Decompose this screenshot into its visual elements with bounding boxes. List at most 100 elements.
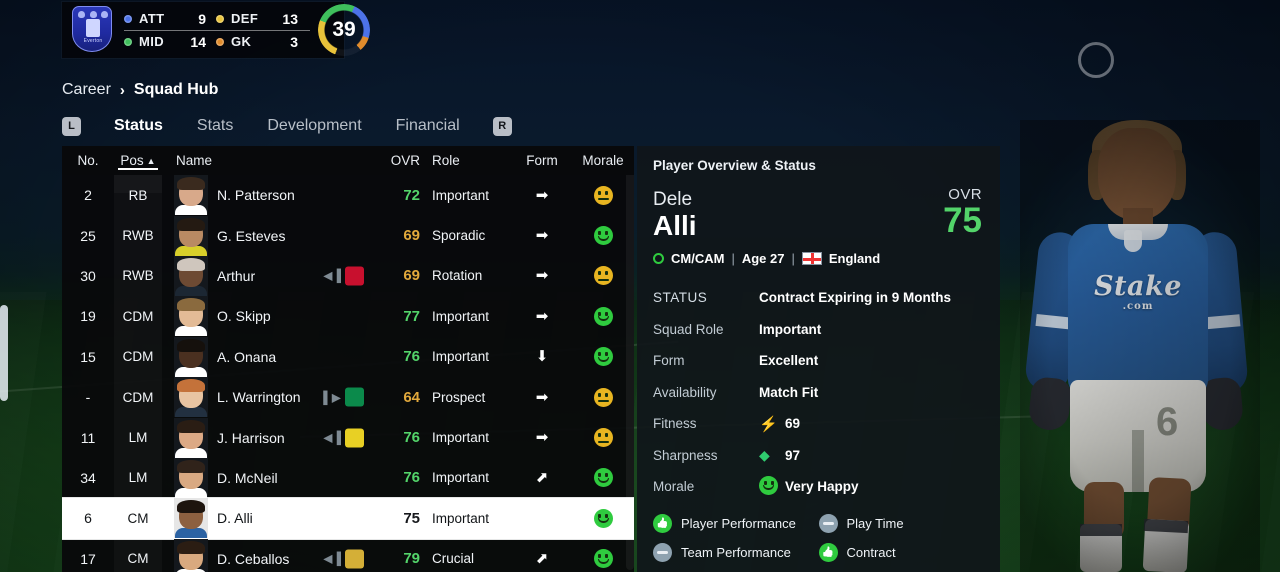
squad-list-scrollbar-thumb[interactable] xyxy=(0,305,8,401)
mid-dot-icon xyxy=(124,37,132,46)
cell-position: CDM xyxy=(114,337,162,377)
cell-number: 19 xyxy=(80,308,96,325)
table-row[interactable]: 2 RB N. Patterson 72 Important ➡ xyxy=(62,175,634,216)
table-row[interactable]: 25 RWB G. Esteves 69 Sporadic ➡ xyxy=(62,215,634,256)
cell-position: RWB xyxy=(114,256,162,296)
player-avatar xyxy=(174,255,208,296)
status-row: Squad Role Important xyxy=(637,314,1000,346)
tab-stats[interactable]: Stats xyxy=(180,113,250,139)
cell-form: ➡ xyxy=(512,175,572,215)
table-body: 2 RB N. Patterson 72 Important ➡ 25 RWB G. Estev… xyxy=(62,175,634,572)
player-name: A. Onana xyxy=(217,348,277,365)
status-row: STATUS Contract Expiring in 9 Months xyxy=(637,282,1000,314)
player-name: N. Patterson xyxy=(217,187,295,204)
table-row[interactable]: - CDM L. Warrington ▌▶ 64 Prospect ➡ xyxy=(62,377,634,418)
column-header-name[interactable]: Name xyxy=(162,153,362,168)
morale-factor-chip[interactable]: Team Performance xyxy=(653,538,819,567)
cell-role: Important xyxy=(432,470,490,486)
cell-ovr: 69 xyxy=(403,267,420,285)
table-row[interactable]: 34 LM D. McNeil 76 Important ⬈ xyxy=(62,457,634,498)
status-row: Morale Very Happy xyxy=(637,471,1000,503)
morale-happy-icon xyxy=(593,468,613,488)
neutral-dash-icon xyxy=(653,542,672,562)
tab-status[interactable]: Status xyxy=(97,113,180,139)
player-nation: England xyxy=(828,251,881,266)
cell-role: Important xyxy=(432,510,490,526)
column-header-role[interactable]: Role xyxy=(420,153,512,168)
status-row: Form Excellent xyxy=(637,345,1000,377)
column-header-form[interactable]: Form xyxy=(512,153,572,168)
tab-financial[interactable]: Financial xyxy=(379,113,477,139)
team-rating-breakdown: ATT 9 DEF 13 MID 14 GK 3 xyxy=(114,8,318,53)
chip-label: Player Performance xyxy=(681,515,796,531)
cell-name: L. Warrington ▌▶ xyxy=(162,377,364,418)
form-up-icon: ⬆ xyxy=(535,509,549,527)
loan-club-crest-icon xyxy=(345,266,364,286)
def-label: DEF xyxy=(231,11,259,26)
cell-form: ⬇ xyxy=(512,337,572,377)
morale-factor-chips: Player Performance Play Time Team Performa… xyxy=(637,503,1000,567)
cell-form: ⬈ xyxy=(512,458,572,498)
tab-development[interactable]: Development xyxy=(250,113,378,139)
cell-position: CM xyxy=(114,539,162,572)
team-summary-bar: Everton ATT 9 DEF 13 MID 14 GK 3 39 xyxy=(62,2,370,58)
gk-dot-icon xyxy=(216,37,224,46)
left-bumper-icon[interactable]: L xyxy=(62,116,81,136)
column-header-ovr[interactable]: OVR xyxy=(362,153,420,168)
table-row[interactable]: 19 CDM O. Skipp 77 Important ➡ xyxy=(62,296,634,337)
table-row[interactable]: 11 LM J. Harrison ◀▐ 76 Important ➡ xyxy=(62,417,634,458)
column-header-pos[interactable]: Pos ▲ xyxy=(114,153,162,170)
thumbs-up-icon xyxy=(653,513,672,533)
column-header-no[interactable]: No. xyxy=(62,153,114,168)
panel-title: Player Overview & Status xyxy=(653,158,816,173)
status-label: STATUS xyxy=(653,290,708,306)
cell-number: 17 xyxy=(80,550,96,567)
team-stat-att: ATT 9 xyxy=(124,11,216,27)
form-right-icon: ➡ xyxy=(535,429,549,447)
table-header-row: No. Pos ▲ Name OVR Role Form Morale xyxy=(62,146,634,175)
squad-list-scrollbar-track[interactable] xyxy=(626,152,634,570)
cell-role: Sporadic xyxy=(432,228,486,244)
cell-ovr: 77 xyxy=(403,307,420,325)
cell-ovr: 69 xyxy=(403,227,420,245)
status-row: Fitness ⚡ 69 xyxy=(637,408,1000,440)
cell-position: RB xyxy=(114,175,162,215)
loan-club-crest-icon xyxy=(345,387,364,407)
right-bumper-icon[interactable]: R xyxy=(492,116,512,136)
cell-role: Important xyxy=(432,430,490,446)
tab-bar: L Status Stats Development Financial R xyxy=(62,113,512,139)
cell-morale xyxy=(572,377,634,417)
table-row[interactable]: 15 CDM A. Onana 76 Important ⬇ xyxy=(62,336,634,377)
england-flag-icon xyxy=(801,252,822,265)
cell-form: ➡ xyxy=(512,417,572,457)
squad-hub-screen: Stake.com 6 Everton ATT 9 xyxy=(0,0,1280,572)
happy-face-icon xyxy=(759,475,785,498)
morale-factor-chip[interactable]: Player Performance xyxy=(653,509,819,538)
cell-form: ➡ xyxy=(512,377,572,417)
player-name: D. Alli xyxy=(217,510,253,527)
gem-icon: ◆ xyxy=(759,446,770,463)
breadcrumb-root[interactable]: Career xyxy=(62,81,111,99)
morale-factor-chip[interactable]: Play Time xyxy=(818,509,985,538)
cell-number: 34 xyxy=(80,469,96,486)
table-row[interactable]: 6 CM D. Alli 75 Important ⬆ xyxy=(62,498,634,539)
separator: | xyxy=(731,251,735,266)
table-row[interactable]: 30 RWB Arthur ◀▐ 69 Rotation ➡ xyxy=(62,255,634,296)
status-value: Excellent xyxy=(759,353,819,369)
table-row[interactable]: 17 CM D. Ceballos ◀▐ 79 Crucial ⬈ xyxy=(62,538,634,572)
player-name: D. McNeil xyxy=(217,469,278,486)
cell-name: A. Onana xyxy=(162,336,362,377)
cell-role: Crucial xyxy=(432,551,475,567)
loan-out-arrow-icon: ▌▶ xyxy=(323,390,341,405)
morale-neutral-icon xyxy=(593,266,613,286)
morale-factor-chip[interactable]: Contract xyxy=(818,538,985,567)
cell-role: Important xyxy=(432,349,490,365)
player-avatar xyxy=(174,175,208,216)
loan-in-arrow-icon: ◀▐ xyxy=(323,430,341,445)
form-right-icon: ➡ xyxy=(535,307,549,325)
player-age: Age 27 xyxy=(741,251,785,266)
cell-form: ➡ xyxy=(512,296,572,336)
att-label: ATT xyxy=(139,11,165,26)
form-upright-icon: ⬈ xyxy=(535,469,549,487)
column-header-morale[interactable]: Morale xyxy=(572,153,634,168)
